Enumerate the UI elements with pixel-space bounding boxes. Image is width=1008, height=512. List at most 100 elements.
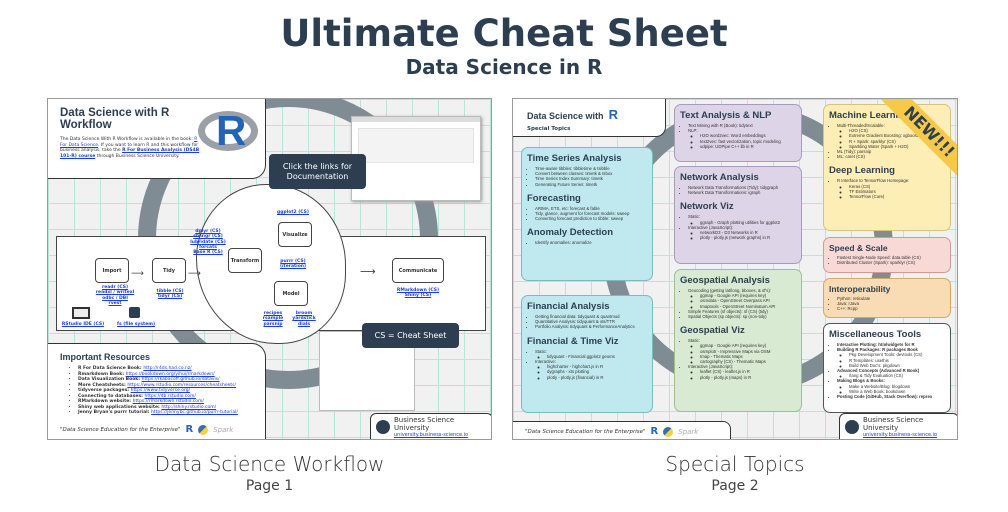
fs-link[interactable]: fs (file system) <box>111 322 161 327</box>
section-group-speed: Speed & Scale Fastest Single-Node Speed: … <box>823 237 951 273</box>
resource-link[interactable]: http://r4ds.had.co.nz/ <box>143 366 191 371</box>
resource-link[interactable]: https://jennybc.github.io/purrr-tutorial… <box>151 410 238 415</box>
topic-item[interactable]: Generating Future Series: timetk <box>535 182 647 187</box>
section-list-io: Python: reticulateJava: rJavaC++: Rcpp <box>829 296 945 312</box>
section-title-fa: Financial Analysis <box>527 301 610 312</box>
r-logo-small: R <box>650 426 659 437</box>
bsu-url[interactable]: university.business-science.io <box>863 432 953 438</box>
section-group-geospatial: Geospatial Analysis Geocoding (getting la… <box>674 269 802 412</box>
resources-box: Important Resources R For Data Science B… <box>48 343 266 439</box>
page-title: Ultimate Cheat Sheet <box>280 12 728 55</box>
model-packages-right[interactable]: broom yardstick dials <box>286 311 322 327</box>
resource-label: Data Visualization Book: <box>78 377 141 382</box>
topic-item[interactable]: plotly - plotly.js (financial) in R <box>547 375 647 380</box>
resource-label: Connecting to databases: <box>78 393 143 399</box>
section-list-fv: Static:tidyquant - Financial ggplot2 geo… <box>527 349 647 380</box>
section-title-fv: Financial & Time Viz <box>527 335 619 347</box>
section-group-interop: Interoperability Python: reticulateJava: … <box>823 278 951 318</box>
resource-link[interactable]: https://bookdown.org/yihui/rmarkdown/ <box>126 372 215 377</box>
section-list-fa: Getting financial data: tidyquant & quan… <box>527 314 647 330</box>
resource-link[interactable]: https://www.tidyverse.org/ <box>131 388 190 393</box>
section-list-gv: Static:ggmap - Google API (requires key)… <box>680 338 796 380</box>
topic-item[interactable]: C++: Rcpp <box>837 306 945 311</box>
topic-item[interactable]: ML: caret (CS) <box>837 154 945 159</box>
workflow-title: Data Science with R Workflow <box>60 107 170 131</box>
page-1-label: Page 1 <box>245 478 294 494</box>
section-list-na: Network Data Transformations (Tidy): tid… <box>680 185 796 195</box>
resource-label: R For Data Science Book: <box>78 366 142 371</box>
spark-logo: Spark <box>678 427 699 436</box>
cs-callout: CS = Cheat Sheet <box>362 323 459 348</box>
purrr-packages[interactable]: purrr (CS) (iteration) <box>268 259 318 270</box>
node-import: Import <box>95 258 129 283</box>
section-title-dl: Deep Learning <box>829 165 895 177</box>
topic-item[interactable]: Network Data Transformations: igraph <box>688 190 796 195</box>
rstudio-screenshot-thumbnail <box>351 116 481 201</box>
topic-item[interactable]: Identify anomalies: anomalize <box>535 240 647 245</box>
page-1-caption: Data Science Workflow <box>154 452 385 476</box>
topic-item[interactable]: Spatial Objects (sp objects): sp (non-ti… <box>688 314 796 319</box>
model-packages-left[interactable]: recipes rsample parsnip <box>258 311 288 327</box>
arrow-tidy-cloud: ⟶ <box>188 269 201 279</box>
bsu-badge[interactable]: Business Science University university.bu… <box>839 413 957 439</box>
node-transform: Transform <box>228 248 262 273</box>
header-text: The Data Science With R Workflow is avai… <box>60 137 195 142</box>
header-text-3: through Business Science University. <box>95 153 180 159</box>
tidy-packages[interactable]: tibble (CS) tidyr (CS) <box>148 289 192 300</box>
r-logo-small: R <box>185 424 194 435</box>
section-title-ts: Time Series Analysis <box>527 153 622 164</box>
topic-item[interactable]: Posting Code (GitHub, Stack Overflow): r… <box>837 394 945 399</box>
section-list-nlp: Text Mining with R (Book): tidytextNLP:H… <box>680 123 796 149</box>
cheatsheet-page-2[interactable]: Data Science with R Special Topics Time … <box>512 98 958 440</box>
page-2-label: Page 2 <box>711 478 759 494</box>
topic-item[interactable]: Converting forecast prediction to tibble… <box>535 216 647 221</box>
section-group-misc: Miscellaneous Tools Interactive Plotting:… <box>823 323 951 413</box>
bsu-logo-icon <box>845 420 859 434</box>
tagline: "Data Science Education for the Enterpri… <box>525 428 646 435</box>
section-list-ga: Geocoding (getting lat/long, bboxes, & s… <box>680 288 796 319</box>
special-topics-subtitle: Special Topics <box>527 126 571 132</box>
section-title-nlp: Text Analysis & NLP <box>680 110 772 121</box>
section-list-fc: ARIMA, ETS, etc: forecast & fableTidy, g… <box>527 206 647 222</box>
topic-item[interactable]: udpipe: UDPipe C++ lib in R <box>700 144 796 149</box>
import-packages[interactable]: readr (CS) readxl / writexl odbc / DBI r… <box>93 285 137 306</box>
page-subtitle: Data Science in R <box>405 55 603 79</box>
topic-item[interactable]: plotly - plotly.js (maps) in R <box>700 375 796 380</box>
rstudio-ide-link[interactable]: RStudio IDE (CS) <box>58 322 108 327</box>
resource-link[interactable]: http://shiny.rstudio.com/ <box>161 405 216 410</box>
bsu-url[interactable]: university.business-science.io <box>394 432 487 438</box>
resource-link[interactable]: https://rkabacoff.github.io/datavis/ <box>142 377 220 382</box>
laptop-icon <box>72 307 90 319</box>
resource-link[interactable]: https://www.rstudio.com/resources/cheats… <box>127 383 236 388</box>
resource-link[interactable]: https://db.rstudio.com/ <box>145 394 196 399</box>
resource-label: tidyverse packages: <box>78 388 130 393</box>
resources-title: Important Resources <box>60 352 151 362</box>
section-list-dl: R Interface to TensorFlow Homepage:Keras… <box>829 178 945 199</box>
section-title-fc: Forecasting <box>527 192 581 204</box>
topic-item[interactable]: plotly - plotly.js (network graphs) in R <box>700 235 796 240</box>
resource-link[interactable]: https://rmarkdown.rstudio.com/ <box>133 399 204 404</box>
section-group-timeseries: Time Series Analysis Time-aware tibbles: … <box>521 147 653 281</box>
section-title-misc: Miscellaneous Tools <box>829 329 922 340</box>
python-logo <box>198 424 209 435</box>
topic-item[interactable]: Distributed Cluster (Spark): sparklyr (C… <box>837 260 945 265</box>
arrow-import-tidy: ⟶ <box>131 269 144 279</box>
node-visualize: Visualize <box>278 222 312 247</box>
visualize-packages[interactable]: ggplot2 (CS) <box>268 210 318 215</box>
page-2-caption: Special Topics <box>665 452 805 476</box>
resource-label: Shiny web applications website: <box>78 404 160 410</box>
section-list-nv: Static:ggraph - Graph plotting utilities… <box>680 214 796 240</box>
transform-packages[interactable]: dplyr (CS) stringr (CS) lubridate (CS) f… <box>188 229 228 255</box>
bsu-badge[interactable]: Business Science University university.bu… <box>370 413 491 439</box>
python-logo <box>663 426 674 437</box>
section-group-nlp: Text Analysis & NLP Text Mining with R (B… <box>674 104 802 162</box>
arrow-cloud-communicate: ⟶ <box>360 265 376 278</box>
section-title-na: Network Analysis <box>680 172 759 183</box>
resource-label: Jenny Bryan's purrr tutorial: <box>78 410 150 415</box>
topic-item[interactable]: TensorFlow (Core) <box>849 194 945 199</box>
topic-item[interactable]: Portfolio Analysis: tidyquant & Performa… <box>535 324 647 329</box>
cheatsheet-page-1[interactable]: Data Science with R Workflow The Data Sc… <box>47 98 492 440</box>
communicate-packages[interactable]: RMarkdown (CS) Shiny (CS) <box>388 288 448 299</box>
section-title-gv: Geospatial Viz <box>680 325 745 337</box>
spark-logo: Spark <box>213 425 234 434</box>
